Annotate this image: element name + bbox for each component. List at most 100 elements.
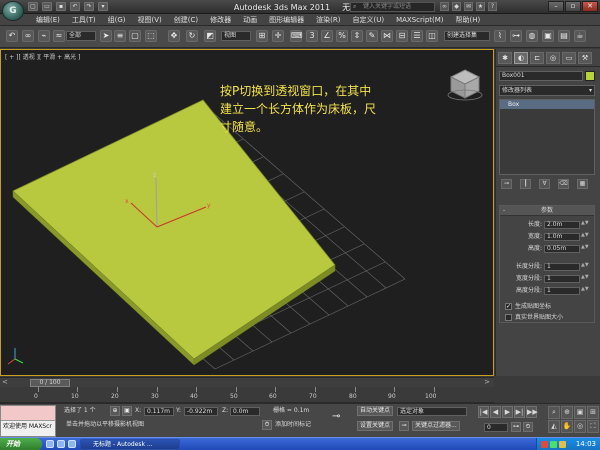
orbit-icon[interactable]: ◎ [574, 420, 586, 433]
menu-group[interactable]: 组(G) [102, 14, 132, 25]
height-segs-input[interactable]: 1 [544, 287, 580, 295]
align-icon[interactable]: ⊟ [396, 30, 408, 42]
binoculars-icon[interactable]: ∞ [440, 2, 449, 11]
favorites-icon[interactable]: ★ [476, 2, 485, 11]
remove-modifier-icon[interactable]: ⌫ [558, 179, 569, 189]
taskbar-item-3dsmax[interactable]: 无标题 - Autodesk ... [80, 439, 180, 450]
menu-edit[interactable]: 编辑(E) [30, 14, 66, 25]
rollout-header[interactable]: - 参数 [500, 206, 594, 216]
key-mode-toggle-icon[interactable]: ⊶ [511, 422, 521, 432]
configure-sets-icon[interactable]: ▦ [577, 179, 588, 189]
keyboard-shortcut-icon[interactable]: ⌨ [290, 30, 303, 42]
select-scale-icon[interactable]: ◩ [204, 30, 216, 42]
maxscript-listener[interactable]: 欢迎使用 MAXScr [0, 405, 56, 437]
menu-graph-editors[interactable]: 图形编辑器 [263, 14, 310, 25]
subscription-icon[interactable]: ◆ [452, 2, 461, 11]
width-input[interactable]: 1.0m [544, 233, 580, 241]
layer-manager-icon[interactable]: ☰ [411, 30, 423, 42]
height-spinner[interactable]: ▲▼ [581, 245, 589, 253]
spinner-snap-icon[interactable]: ⇕ [351, 30, 363, 42]
display-tab-icon[interactable]: ▭ [562, 52, 576, 64]
time-config-icon[interactable]: ⏲ [523, 422, 533, 432]
time-tag-icon[interactable]: ⏱ [262, 420, 272, 430]
select-region-icon[interactable]: ▢ [129, 30, 141, 42]
width-segs-spinner[interactable]: ▲▼ [581, 275, 589, 283]
link-icon[interactable]: ∞ [22, 30, 34, 42]
select-rotate-icon[interactable]: ↻ [186, 30, 198, 42]
zoom-all-icon[interactable]: ⊕ [561, 406, 573, 419]
menu-maxscript[interactable]: MAXScript(M) [390, 14, 449, 25]
menu-help[interactable]: 帮助(H) [450, 14, 487, 25]
current-frame-field[interactable]: 0 [484, 423, 508, 432]
undo-icon[interactable]: ↶ [6, 30, 18, 42]
zoom-extents-all-icon[interactable]: ⊞ [587, 406, 599, 419]
app-menu-button[interactable]: G [2, 1, 24, 21]
pan-icon[interactable]: ✋ [561, 420, 573, 433]
menu-animation[interactable]: 动画 [237, 14, 263, 25]
time-slider-track[interactable]: < 0 / 100 > [0, 377, 494, 387]
help-icon[interactable]: ? [488, 2, 497, 11]
height-segs-spinner[interactable]: ▲▼ [581, 287, 589, 295]
edit-named-selection-icon[interactable]: ✎ [366, 30, 378, 42]
select-by-name-icon[interactable]: ≡ [114, 30, 126, 42]
play-icon[interactable]: ▶ [502, 406, 513, 418]
communication-icon[interactable]: ✉ [464, 2, 473, 11]
next-frame-icon[interactable]: ▶| [514, 406, 525, 418]
motion-tab-icon[interactable]: ◎ [546, 52, 560, 64]
perspective-viewport[interactable]: z x y [ + ][ 透视 ][ 平滑 + 高光 ] 按P切换到透视窗口，在… [0, 49, 494, 376]
pivot-center-icon[interactable]: ⊞ [256, 30, 268, 42]
graphite-tools-icon[interactable]: ◫ [426, 30, 438, 42]
length-spinner[interactable]: ▲▼ [581, 221, 589, 229]
goto-start-icon[interactable]: |◀ [478, 406, 489, 418]
percent-snap-icon[interactable]: % [336, 30, 348, 42]
schematic-view-icon[interactable]: ⊶ [510, 30, 522, 42]
curve-editor-icon[interactable]: ⌇ [494, 30, 506, 42]
selection-filter-dropdown[interactable]: 全部 [66, 31, 96, 41]
hierarchy-tab-icon[interactable]: ⊏ [530, 52, 544, 64]
ie-icon[interactable] [46, 440, 54, 448]
stack-item-box[interactable]: Box [500, 100, 594, 109]
gen-mapping-coords-checkbox[interactable]: ✓ 生成贴图坐标 [505, 302, 551, 311]
search-input[interactable]: ⌕ 键入关键字或短语 [350, 2, 435, 12]
menu-modifiers[interactable]: 修改器 [204, 14, 237, 25]
menu-rendering[interactable]: 渲染(R) [310, 14, 346, 25]
y-coord-field[interactable]: -0.922m [184, 407, 218, 416]
named-selection-dropdown[interactable]: 创建选择集 [444, 31, 490, 41]
modifier-list-dropdown[interactable]: 修改器列表 ▾ [499, 85, 595, 96]
maximize-viewport-icon[interactable]: ⛶ [587, 420, 599, 433]
select-object-icon[interactable]: ➤ [100, 30, 112, 42]
material-editor-icon[interactable]: ◍ [526, 30, 538, 42]
mirror-icon[interactable]: ⋈ [381, 30, 393, 42]
maxscript-input-line[interactable] [1, 406, 55, 421]
utilities-tab-icon[interactable]: ⚒ [578, 52, 592, 64]
key-filters-button[interactable]: 关键点过滤器... [412, 421, 460, 431]
viewport-label[interactable]: [ + ][ 透视 ][ 平滑 + 高光 ] [5, 52, 80, 61]
real-world-map-size-checkbox[interactable]: 真实世界贴图大小 [505, 313, 563, 322]
desktop-icon[interactable] [57, 440, 65, 448]
rendered-frame-icon[interactable]: ▤ [558, 30, 570, 42]
menu-tools[interactable]: 工具(T) [66, 14, 102, 25]
key-icon[interactable]: ⊸ [332, 412, 340, 422]
select-manipulate-icon[interactable]: ✛ [272, 30, 284, 42]
show-end-result-icon[interactable]: ┃ [520, 179, 531, 189]
volume-icon[interactable] [559, 441, 566, 448]
z-coord-field[interactable]: 0.0m [230, 407, 260, 416]
length-segs-spinner[interactable]: ▲▼ [581, 263, 589, 271]
next-frame-arrow[interactable]: > [484, 378, 490, 387]
start-button[interactable]: 开始 [0, 438, 42, 450]
explorer-icon[interactable] [68, 440, 76, 448]
unlink-icon[interactable]: ⌁ [38, 30, 50, 42]
object-color-swatch[interactable] [585, 71, 595, 81]
minimize-button[interactable]: – [548, 1, 564, 12]
track-bar[interactable]: 0 10 20 30 40 50 60 70 80 90 100 [0, 387, 494, 403]
key-mode-dropdown[interactable]: 选定对象 [397, 407, 467, 416]
field-of-view-icon[interactable]: ◭ [548, 420, 560, 433]
menu-create[interactable]: 创建(C) [168, 14, 204, 25]
absolute-mode-icon[interactable]: ▣ [122, 406, 132, 416]
length-segs-input[interactable]: 1 [544, 263, 580, 271]
maximize-button[interactable]: ▫ [565, 1, 581, 12]
goto-end-icon[interactable]: ▶▶ [526, 406, 538, 418]
width-spinner[interactable]: ▲▼ [581, 233, 589, 241]
add-time-tag[interactable]: 添加时间标记 [275, 420, 311, 430]
prev-frame-icon[interactable]: ◀ [490, 406, 501, 418]
